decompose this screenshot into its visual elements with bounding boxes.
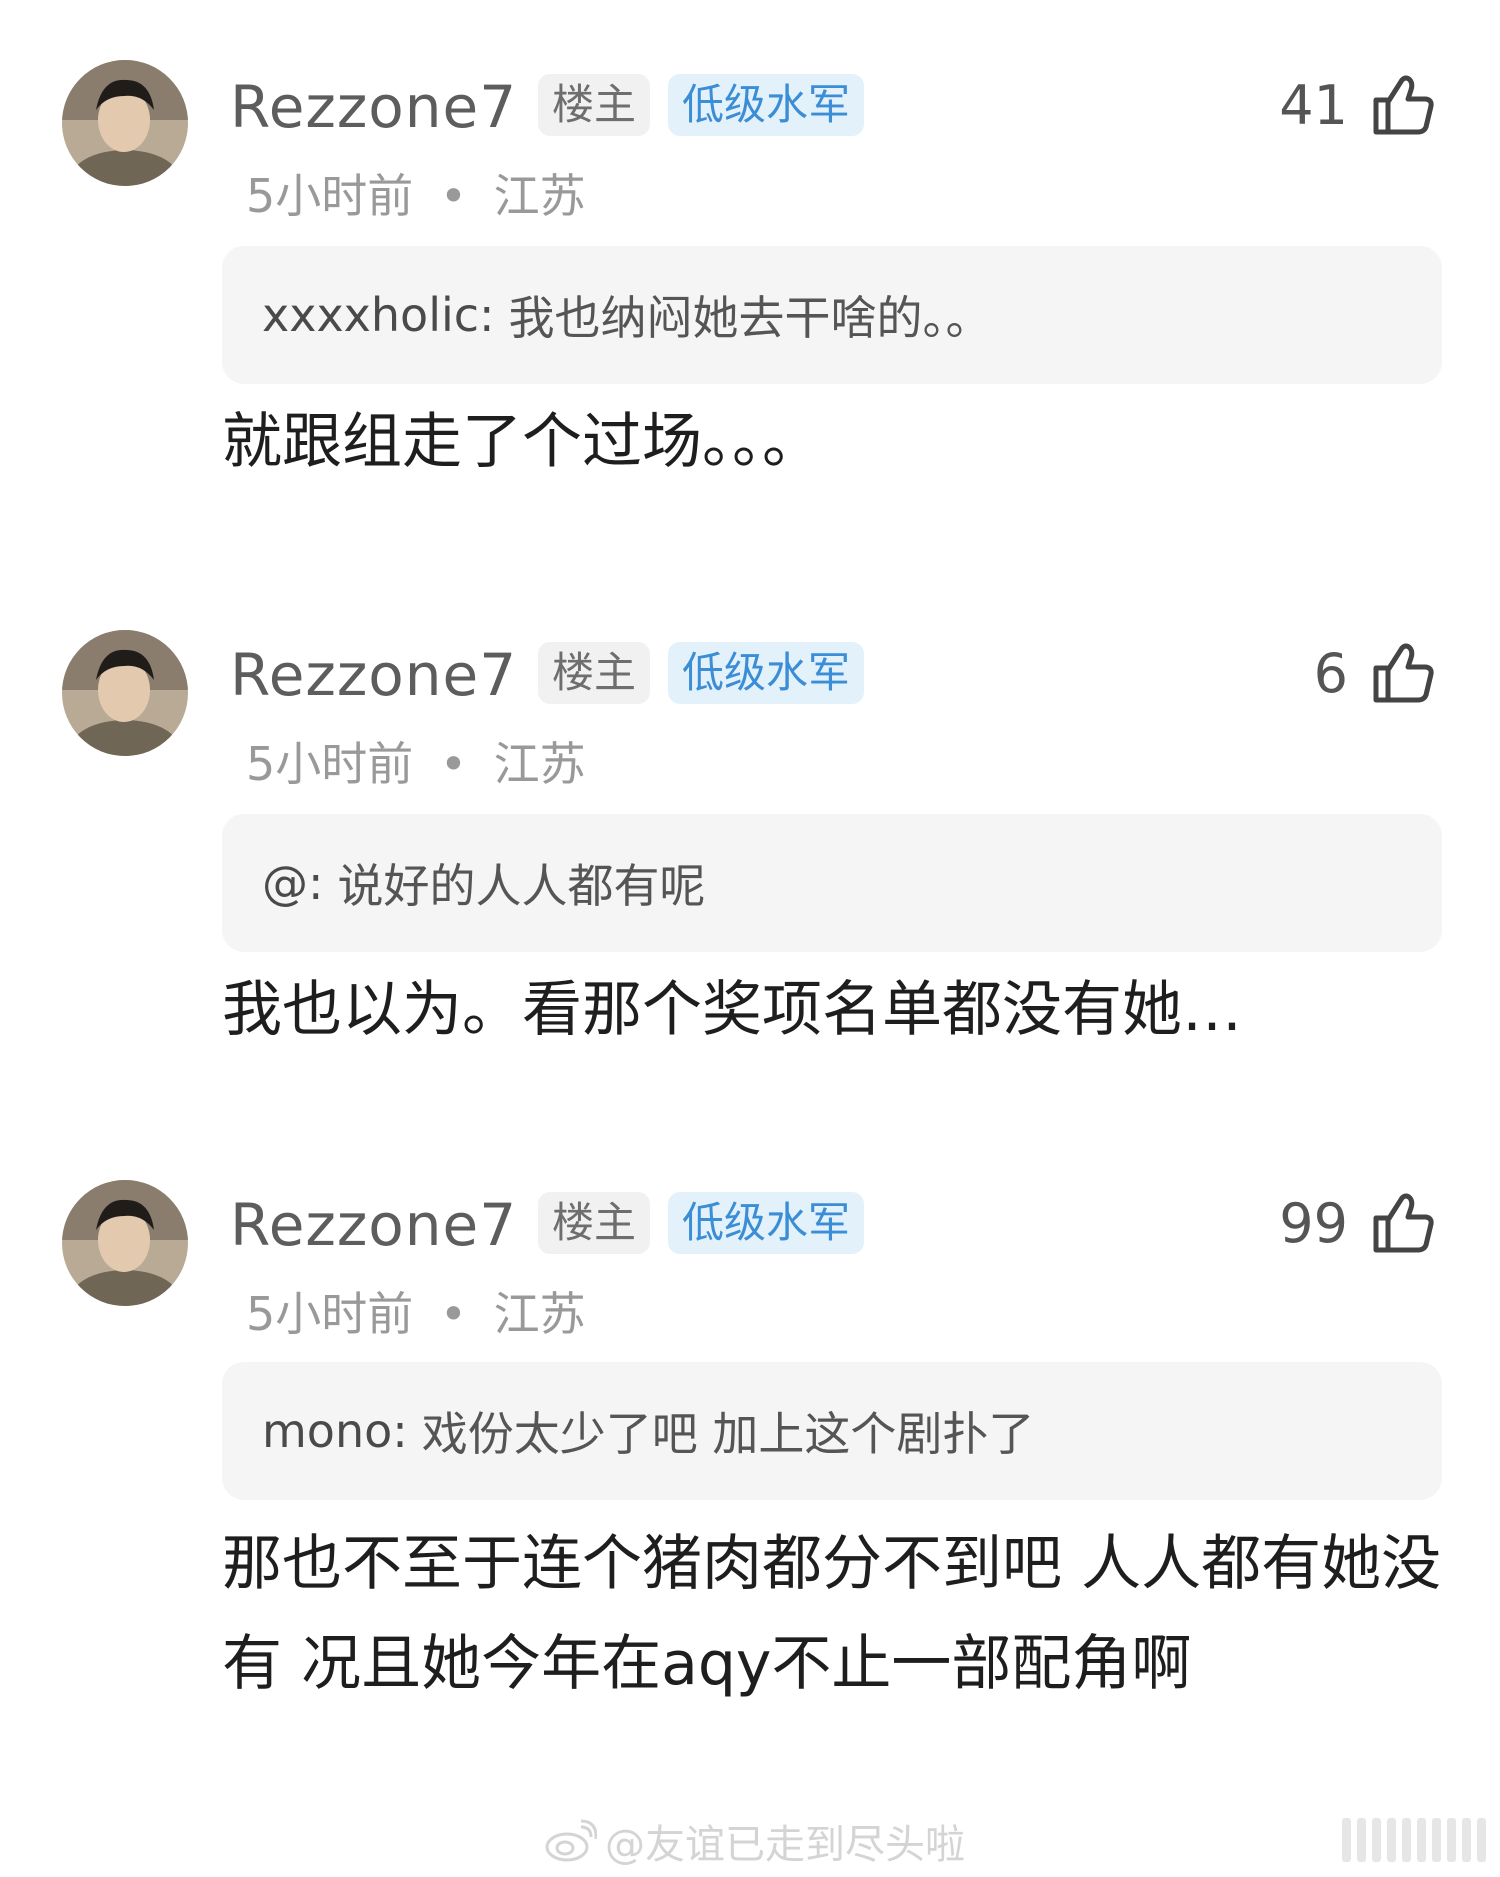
corner-mark bbox=[1342, 1818, 1486, 1862]
op-badge: 楼主 bbox=[538, 642, 651, 704]
quoted-reply[interactable]: xxxxholic: 我也纳闷她去干啥的。。 bbox=[222, 246, 1442, 384]
comment-body: 就跟组走了个过场。。。 bbox=[222, 407, 822, 477]
username[interactable]: Rezzone7 bbox=[230, 72, 517, 142]
quoted-username: mono: bbox=[262, 1404, 408, 1458]
separator-dot: • bbox=[439, 169, 468, 223]
quoted-text: 我也纳闷她去干啥的。。 bbox=[508, 291, 992, 345]
like-count: 6 bbox=[1313, 641, 1348, 705]
username[interactable]: Rezzone7 bbox=[230, 640, 517, 710]
quoted-reply[interactable]: mono: 戏份太少了吧 加上这个剧扑了 bbox=[222, 1362, 1442, 1500]
location: 江苏 bbox=[493, 169, 586, 223]
level-badge[interactable]: 低级水军 bbox=[668, 74, 865, 136]
comment-meta: 5小时前 • 江苏 bbox=[246, 736, 586, 792]
like-count: 41 bbox=[1279, 73, 1348, 137]
location: 江苏 bbox=[493, 737, 586, 791]
thumbs-up-icon bbox=[1373, 643, 1434, 703]
thumbs-up-icon bbox=[1373, 1193, 1434, 1253]
watermark: @友谊已走到尽头啦 bbox=[545, 1812, 965, 1870]
level-badge[interactable]: 低级水军 bbox=[668, 1192, 865, 1254]
quoted-text: 戏份太少了吧 加上这个剧扑了 bbox=[421, 1407, 1035, 1461]
comment-body: 我也以为。看那个奖项名单都没有她… bbox=[222, 975, 1242, 1045]
comment-body: 那也不至于连个猪肉都分不到吧 人人都有她没有 况且她今年在aqy不止一部配角啊 bbox=[222, 1529, 1442, 1699]
level-badge[interactable]: 低级水军 bbox=[668, 642, 865, 704]
timestamp: 5小时前 bbox=[246, 1287, 414, 1341]
op-badge: 楼主 bbox=[538, 74, 651, 136]
op-badge: 楼主 bbox=[538, 1192, 651, 1254]
like-button[interactable]: 99 bbox=[1279, 1190, 1436, 1256]
thumbs-up-icon bbox=[1373, 75, 1434, 135]
timestamp: 5小时前 bbox=[246, 737, 414, 791]
weibo-logo-icon bbox=[545, 1819, 597, 1862]
like-button[interactable]: 41 bbox=[1279, 72, 1436, 138]
avatar[interactable] bbox=[62, 630, 188, 756]
comment-meta: 5小时前 • 江苏 bbox=[246, 168, 586, 224]
separator-dot: • bbox=[439, 737, 468, 791]
location: 江苏 bbox=[493, 1287, 586, 1341]
timestamp: 5小时前 bbox=[246, 169, 414, 223]
comment-meta: 5小时前 • 江苏 bbox=[246, 1286, 586, 1342]
like-button[interactable]: 6 bbox=[1314, 640, 1436, 706]
avatar[interactable] bbox=[62, 1180, 188, 1306]
watermark-text: @友谊已走到尽头啦 bbox=[605, 1822, 965, 1868]
quoted-username: xxxxholic: bbox=[262, 288, 495, 342]
like-count: 99 bbox=[1279, 1191, 1348, 1255]
quoted-username: @: bbox=[262, 856, 324, 910]
avatar[interactable] bbox=[62, 60, 188, 186]
quoted-text: 说好的人人都有呢 bbox=[337, 859, 706, 913]
username[interactable]: Rezzone7 bbox=[230, 1190, 517, 1260]
separator-dot: • bbox=[439, 1287, 468, 1341]
quoted-reply[interactable]: @: 说好的人人都有呢 bbox=[222, 814, 1442, 952]
